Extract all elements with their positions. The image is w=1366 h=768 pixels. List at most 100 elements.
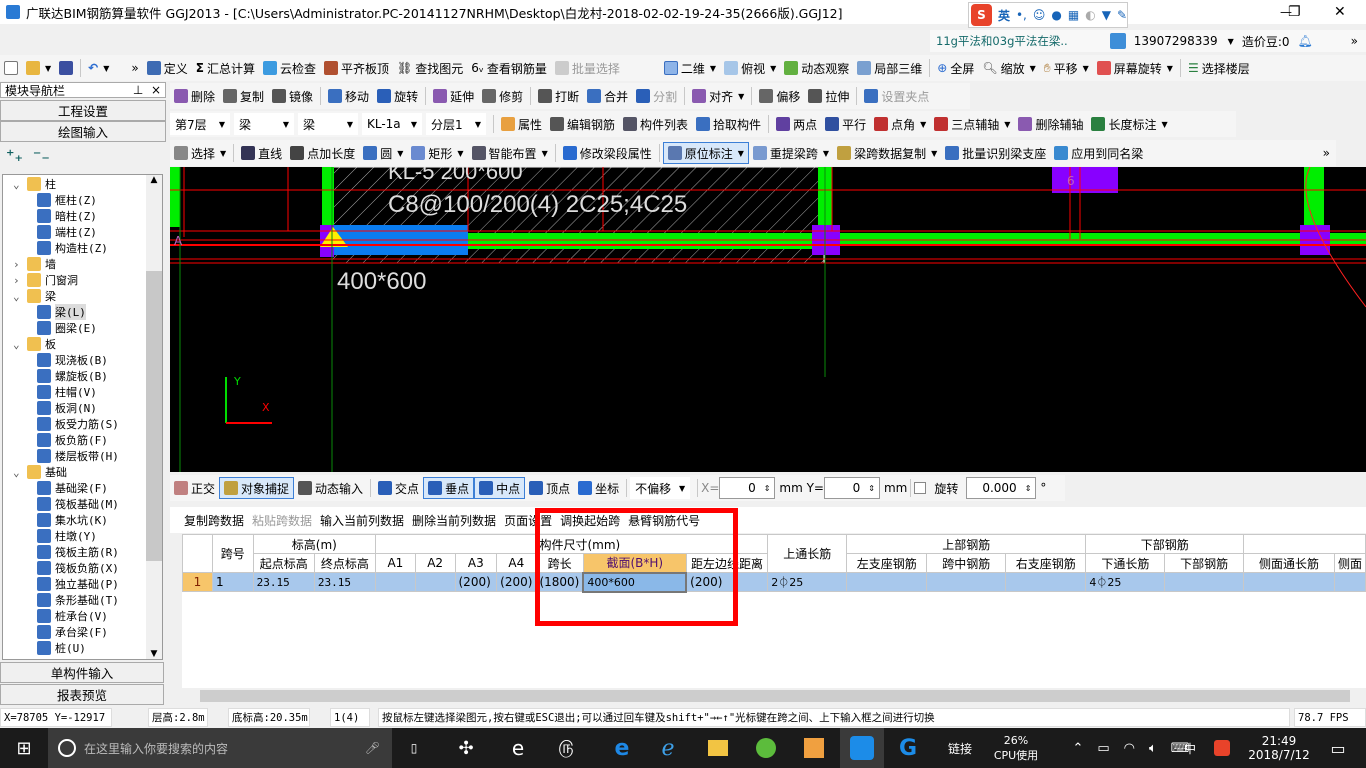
tree-item[interactable]: 筏板主筋(R) bbox=[3, 544, 162, 560]
tree-item[interactable]: 构造柱(Z) bbox=[3, 240, 162, 256]
task-view-icon[interactable]: ▯ bbox=[396, 728, 432, 768]
tree-item[interactable]: 螺旋板(B) bbox=[3, 368, 162, 384]
wrench-icon[interactable]: ✎ bbox=[1117, 8, 1127, 22]
y-input[interactable]: 0 ⇕ bbox=[823, 477, 880, 499]
emoji-icon[interactable]: ☺ bbox=[1033, 8, 1046, 22]
toolbar-more[interactable]: » bbox=[127, 57, 142, 79]
tree-item[interactable]: 端柱(Z) bbox=[3, 224, 162, 240]
comp-button-3[interactable]: 拾取构件 bbox=[692, 113, 765, 135]
comp-button-1[interactable]: 编辑钢筋 bbox=[546, 113, 619, 135]
summary-calc-button[interactable]: Σ 汇总计算 bbox=[192, 57, 259, 79]
define-button[interactable]: 定义 bbox=[143, 57, 192, 79]
tree-item[interactable]: ⌄ 柱 bbox=[3, 176, 162, 192]
ime-punct-toggle[interactable]: •, bbox=[1016, 8, 1027, 22]
comp-button-7[interactable]: 三点辅轴 ▼ bbox=[930, 113, 1014, 135]
table-row[interactable]: 1 1 23.15 23.15 (200) (200) (1800) 400*60… bbox=[182, 571, 1366, 593]
chevron-up-icon[interactable]: ⌃ bbox=[1072, 741, 1083, 756]
draw-button-0[interactable]: 选择 ▼ bbox=[170, 142, 230, 164]
tree-item[interactable]: 板洞(N) bbox=[3, 400, 162, 416]
tree-item[interactable]: 基础梁(F) bbox=[3, 480, 162, 496]
edit-button-1[interactable]: 复制 bbox=[219, 85, 268, 107]
tree-item[interactable]: 桩(U) bbox=[3, 640, 162, 656]
clock[interactable]: 21:49 2018/7/12 bbox=[1244, 728, 1314, 768]
tree-item[interactable]: 梁(L) bbox=[3, 304, 162, 320]
edit-button-12[interactable]: 拉伸 bbox=[804, 85, 853, 107]
tree-item[interactable]: 暗柱(Z) bbox=[3, 208, 162, 224]
snap-button-1[interactable]: 对象捕捉 bbox=[219, 477, 295, 499]
edit-button-9[interactable]: 分割 bbox=[632, 85, 681, 107]
user-icon[interactable]: ◐ bbox=[1085, 8, 1095, 22]
microphone-icon[interactable]: ● bbox=[1051, 8, 1061, 22]
comp-button-4[interactable]: 两点 bbox=[772, 113, 821, 135]
snap-button-0[interactable]: 正交 bbox=[170, 477, 219, 499]
close-button[interactable]: ✕ bbox=[1334, 4, 1346, 20]
comp-button-6[interactable]: 点角 ▼ bbox=[870, 113, 930, 135]
tree-item[interactable]: 承台梁(F) bbox=[3, 624, 162, 640]
tab-report-preview[interactable]: 报表预览 bbox=[0, 684, 164, 705]
tree-item[interactable]: 框柱(Z) bbox=[3, 192, 162, 208]
tree-item[interactable]: 柱墩(Y) bbox=[3, 528, 162, 544]
wifi-icon[interactable]: ◠ bbox=[1124, 741, 1135, 756]
draw-button-9[interactable]: 梁跨数据复制 ▼ bbox=[833, 142, 941, 164]
edit-button-8[interactable]: 合并 bbox=[583, 85, 632, 107]
edit-button-5[interactable]: 延伸 bbox=[429, 85, 478, 107]
keyboard-icon[interactable]: ▦ bbox=[1068, 8, 1079, 22]
search-box[interactable]: 在这里输入你要搜索的内容 🎤︎ bbox=[48, 728, 392, 768]
view-2d-dropdown[interactable]: 二维 ▼ bbox=[660, 57, 720, 79]
tree-item[interactable]: 圈梁(E) bbox=[3, 320, 162, 336]
comp-button-8[interactable]: 删除辅轴 bbox=[1014, 113, 1087, 135]
tree-item[interactable]: ⌄ 基础 bbox=[3, 464, 162, 480]
start-button[interactable]: ⊞ bbox=[0, 728, 48, 768]
top-view-dropdown[interactable]: 俯视 ▼ bbox=[720, 57, 780, 79]
snap-button-3[interactable]: 交点 bbox=[374, 477, 423, 499]
tree-item[interactable]: 现浇板(B) bbox=[3, 352, 162, 368]
draw-button-7[interactable]: 原位标注 ▼ bbox=[662, 142, 749, 164]
tree-scrollbar[interactable]: ▲ ▼ bbox=[146, 175, 162, 659]
draw-button-11[interactable]: 应用到同名梁 bbox=[1050, 142, 1147, 164]
edit-button-13[interactable]: 设置夹点 bbox=[860, 85, 933, 107]
tree-item[interactable]: 板负筋(F) bbox=[3, 432, 162, 448]
comp-button-0[interactable]: 属性 bbox=[497, 113, 546, 135]
expand-all-icon[interactable]: ⁺₊ bbox=[6, 146, 23, 165]
comp-button-5[interactable]: 平行 bbox=[821, 113, 870, 135]
x-input[interactable]: 0 ⇕ bbox=[719, 477, 776, 499]
edit-button-6[interactable]: 修剪 bbox=[478, 85, 527, 107]
fullscreen-button[interactable]: ⊕ 全屏 bbox=[933, 57, 978, 79]
angle-input[interactable]: 0.000 ⇕ bbox=[966, 477, 1037, 499]
edit-button-11[interactable]: 偏移 bbox=[755, 85, 804, 107]
draw-button-4[interactable]: 矩形 ▼ bbox=[407, 142, 467, 164]
tree-item[interactable]: 楼层板带(H) bbox=[3, 448, 162, 464]
element-select[interactable]: KL-1a ▼ bbox=[362, 113, 422, 135]
snap-button-4[interactable]: 垂点 bbox=[423, 477, 475, 499]
grid-tool-1[interactable]: 粘贴跨数据 bbox=[252, 512, 312, 529]
tree-item[interactable]: ⌄ 板 bbox=[3, 336, 162, 352]
ie-icon[interactable]: ℯ bbox=[650, 728, 686, 768]
notification-icon[interactable]: ▭ bbox=[1318, 728, 1358, 768]
table-h-scrollbar[interactable] bbox=[182, 688, 1366, 704]
type-select-1[interactable]: 梁 ▼ bbox=[234, 113, 294, 135]
edit-button-3[interactable]: 移动 bbox=[324, 85, 373, 107]
fan-app-icon[interactable]: ✣ bbox=[448, 728, 484, 768]
view-rebar-button[interactable]: 6ᵥ 查看钢筋量 bbox=[467, 57, 551, 79]
sogou-tray-icon[interactable] bbox=[1210, 728, 1234, 768]
tree-item[interactable]: 筏板基础(M) bbox=[3, 496, 162, 512]
edge-icon[interactable]: e bbox=[604, 728, 640, 768]
draw-button-6[interactable]: 修改梁段属性 bbox=[559, 142, 656, 164]
tree-item[interactable]: › 墙 bbox=[3, 256, 162, 272]
draw-button-1[interactable]: 直线 bbox=[237, 142, 286, 164]
sogou-logo-icon[interactable]: S bbox=[971, 4, 992, 26]
edit-button-7[interactable]: 打断 bbox=[534, 85, 583, 107]
tree-item[interactable]: 柱帽(V) bbox=[3, 384, 162, 400]
pin-icon[interactable]: ⊥ bbox=[133, 83, 143, 97]
draw-button-8[interactable]: 重提梁跨 ▼ bbox=[749, 142, 833, 164]
tree-item[interactable]: 筏板负筋(X) bbox=[3, 560, 162, 576]
snap-button-5[interactable]: 中点 bbox=[474, 477, 526, 499]
restore-button[interactable]: ❐ bbox=[1288, 4, 1301, 20]
grid-tool-0[interactable]: 复制跨数据 bbox=[184, 512, 244, 529]
rotate-checkbox[interactable] bbox=[914, 482, 927, 494]
ie-gray-icon[interactable]: e bbox=[500, 728, 536, 768]
nav-close-button[interactable]: × bbox=[151, 83, 161, 97]
drawing-canvas[interactable]: KL-5 200*600 C8@100/200(4) 2C25;4C25 400… bbox=[170, 167, 1366, 472]
snap-button-2[interactable]: 动态输入 bbox=[294, 477, 367, 499]
beam-kl5[interactable] bbox=[468, 233, 822, 249]
